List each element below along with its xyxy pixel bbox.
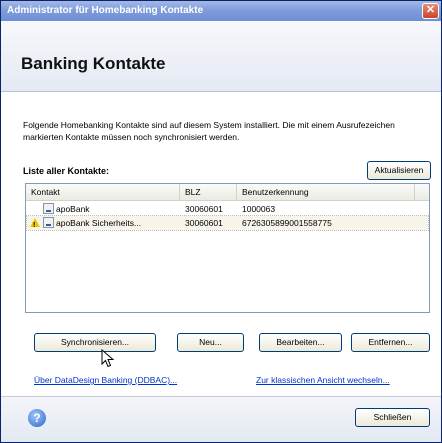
- help-icon[interactable]: ?: [28, 409, 46, 427]
- column-header-kontakt[interactable]: Kontakt: [26, 184, 180, 200]
- contact-user-id: 1000063: [242, 204, 276, 214]
- classic-view-link[interactable]: Zur klassischen Ansicht wechseln...: [256, 375, 390, 385]
- contact-list-label: Liste aller Kontakte:: [23, 166, 110, 176]
- contact-name: apoBank: [56, 204, 90, 214]
- new-button[interactable]: Neu...: [177, 333, 244, 352]
- contact-blz: 30060601: [185, 218, 223, 228]
- mouse-cursor-icon: [101, 349, 115, 368]
- refresh-button[interactable]: Aktualisieren: [367, 161, 431, 180]
- synchronize-button[interactable]: Synchronisieren...: [34, 333, 156, 352]
- column-header-blz[interactable]: BLZ: [180, 184, 237, 200]
- close-button[interactable]: Schließen: [355, 408, 430, 427]
- dialog-window: Administrator für Homebanking Kontakte ✕…: [0, 0, 442, 443]
- warning-icon: [30, 218, 40, 233]
- title-bar: Administrator für Homebanking Kontakte ✕: [1, 1, 441, 21]
- bank-contact-icon: [43, 217, 54, 228]
- contact-name: apoBank Sicherheits...: [56, 218, 142, 228]
- window-title: Administrator für Homebanking Kontakte: [7, 5, 204, 16]
- footer-bar: ? Schließen: [1, 397, 441, 442]
- contact-list[interactable]: Kontakt BLZ Benutzerkennung apoBank 3006…: [25, 183, 430, 313]
- table-row[interactable]: apoBank Sicherheits... 30060601 67263058…: [26, 215, 429, 233]
- table-row[interactable]: apoBank 30060601 1000063: [27, 202, 428, 216]
- about-ddbac-link[interactable]: Über DataDesign Banking (DDBAC)...: [34, 375, 177, 385]
- contact-blz: 30060601: [185, 204, 223, 214]
- remove-button[interactable]: Entfernen...: [351, 333, 430, 352]
- description-text: Folgende Homebanking Kontakte sind auf d…: [23, 120, 395, 142]
- header-banner: Banking Kontakte: [1, 21, 441, 92]
- close-window-button[interactable]: ✕: [422, 3, 439, 19]
- list-header: Kontakt BLZ Benutzerkennung: [26, 184, 429, 201]
- page-title: Banking Kontakte: [21, 54, 166, 73]
- contact-user-id: 6726305899001558775: [242, 218, 332, 228]
- edit-button[interactable]: Bearbeiten...: [259, 333, 342, 352]
- column-header-benutzerkennung[interactable]: Benutzerkennung: [237, 184, 415, 200]
- bank-contact-icon: [43, 203, 54, 214]
